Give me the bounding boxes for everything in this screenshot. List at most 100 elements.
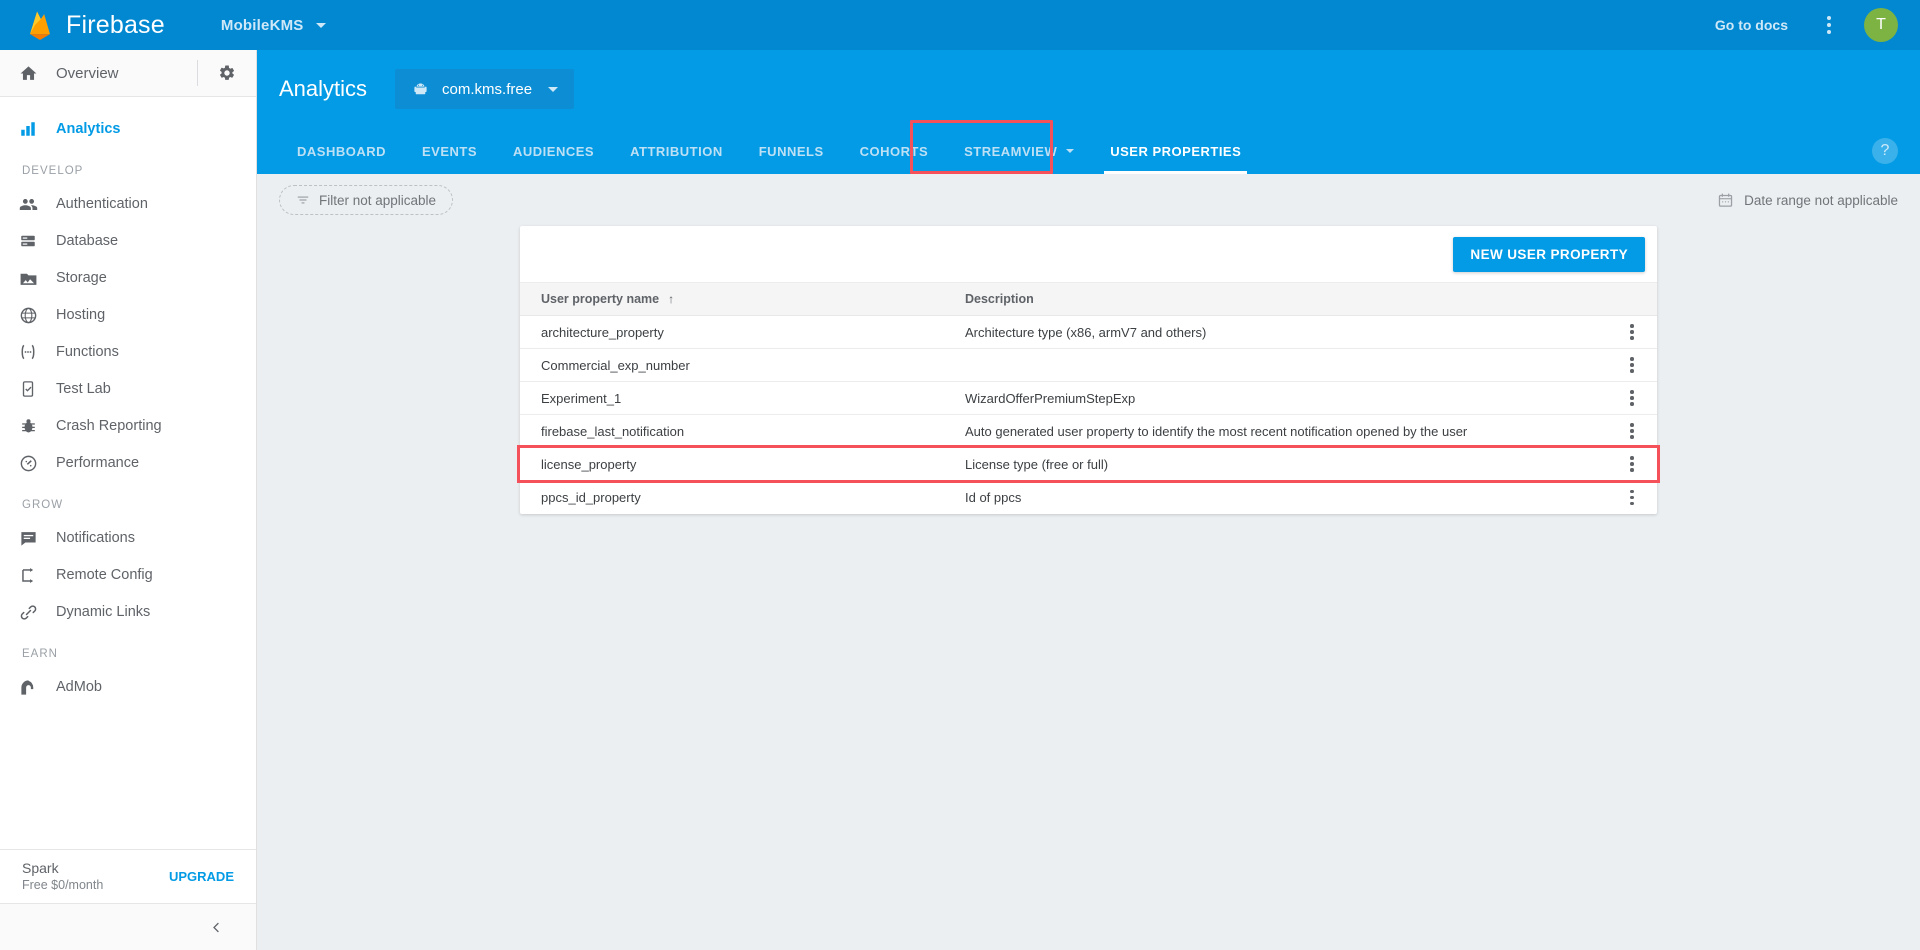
sidebar-item-dynamic-links[interactable]: Dynamic Links bbox=[0, 594, 256, 630]
help-glyph: ? bbox=[1880, 142, 1890, 159]
brand-name: Firebase bbox=[66, 10, 165, 39]
sidebar-item-admob[interactable]: AdMob bbox=[0, 669, 256, 705]
android-icon bbox=[411, 80, 430, 99]
sidebar-group-grow: GROW bbox=[22, 499, 64, 511]
home-icon bbox=[0, 64, 56, 83]
sidebar-item-hosting[interactable]: Hosting bbox=[0, 297, 256, 333]
sidebar-item-overview[interactable]: Overview bbox=[0, 50, 256, 97]
tab-streamview[interactable]: STREAMVIEW bbox=[946, 128, 1092, 174]
property-name: architecture_property bbox=[541, 324, 664, 340]
sidebar-item-label: Notifications bbox=[56, 530, 135, 546]
analytics-header: Analytics com.kms.free bbox=[257, 50, 1920, 128]
row-more-options-icon[interactable] bbox=[1607, 455, 1657, 473]
database-icon bbox=[0, 232, 56, 250]
table-row[interactable]: ppcs_id_property Id of ppcs bbox=[520, 481, 1657, 514]
tab-label: ATTRIBUTION bbox=[630, 143, 723, 159]
calendar-icon bbox=[1717, 192, 1734, 209]
row-more-options-icon[interactable] bbox=[1607, 488, 1657, 506]
filter-icon bbox=[296, 193, 310, 207]
date-range-chip[interactable]: Date range not applicable bbox=[1717, 192, 1898, 209]
filter-chip[interactable]: Filter not applicable bbox=[279, 185, 454, 215]
people-icon bbox=[0, 195, 56, 214]
help-icon[interactable]: ? bbox=[1872, 138, 1898, 164]
row-more-options-icon[interactable] bbox=[1607, 356, 1657, 374]
gear-icon[interactable] bbox=[198, 64, 256, 82]
row-more-options-icon[interactable] bbox=[1607, 422, 1657, 440]
user-properties-card: NEW USER PROPERTY User property name ↑ D… bbox=[517, 226, 1660, 514]
hosting-globe-icon bbox=[0, 306, 56, 325]
storage-icon bbox=[0, 269, 56, 288]
top-bar-right: Go to docs T bbox=[1715, 8, 1920, 42]
sidebar-item-storage[interactable]: Storage bbox=[0, 260, 256, 296]
tab-user-properties[interactable]: USER PROPERTIES bbox=[1092, 128, 1259, 174]
property-description: WizardOfferPremiumStepExp bbox=[965, 390, 1136, 406]
table-row[interactable]: license_property License type (free or f… bbox=[517, 445, 1660, 483]
card-actions: NEW USER PROPERTY bbox=[520, 226, 1657, 282]
table-row[interactable]: firebase_last_notification Auto generate… bbox=[520, 415, 1657, 448]
firebase-console: Firebase MobileKMS Go to docs T Overview bbox=[0, 0, 1920, 950]
bug-icon bbox=[0, 417, 56, 436]
table-row[interactable]: Experiment_1 WizardOfferPremiumStepExp bbox=[520, 382, 1657, 415]
page-title: Analytics bbox=[279, 76, 368, 101]
new-user-property-button[interactable]: NEW USER PROPERTY bbox=[1453, 236, 1645, 272]
table-row[interactable]: architecture_property Architecture type … bbox=[520, 316, 1657, 349]
functions-icon bbox=[0, 342, 56, 362]
date-range-label: Date range not applicable bbox=[1744, 192, 1898, 208]
row-more-options-icon[interactable] bbox=[1607, 323, 1657, 341]
app-name: com.kms.free bbox=[442, 80, 533, 98]
sidebar-item-authentication[interactable]: Authentication bbox=[0, 186, 256, 222]
tab-label: FUNNELS bbox=[758, 143, 824, 159]
tab-funnels[interactable]: FUNNELS bbox=[741, 128, 842, 174]
sidebar-item-label: Test Lab bbox=[56, 381, 111, 397]
app-selector[interactable]: com.kms.free bbox=[395, 69, 575, 109]
row-more-options-icon[interactable] bbox=[1607, 389, 1657, 407]
sidebar-item-notifications[interactable]: Notifications bbox=[0, 520, 256, 556]
more-options-icon[interactable] bbox=[1816, 15, 1842, 36]
firebase-logo[interactable]: Firebase bbox=[0, 10, 165, 40]
tab-label: AUDIENCES bbox=[513, 143, 595, 159]
property-name: license_property bbox=[541, 456, 637, 472]
collapse-sidebar-button[interactable] bbox=[0, 903, 256, 950]
top-bar: Firebase MobileKMS Go to docs T bbox=[0, 0, 1920, 50]
filter-label: Filter not applicable bbox=[319, 192, 437, 208]
sidebar-item-performance[interactable]: Performance bbox=[0, 445, 256, 481]
tab-label: DASHBOARD bbox=[297, 143, 386, 159]
tab-events[interactable]: EVENTS bbox=[404, 128, 495, 174]
column-label: User property name bbox=[541, 292, 660, 306]
project-name: MobileKMS bbox=[220, 16, 304, 34]
go-to-docs-link[interactable]: Go to docs bbox=[1715, 17, 1788, 33]
tab-label: USER PROPERTIES bbox=[1110, 143, 1242, 159]
plan-name: Spark bbox=[22, 859, 59, 876]
sidebar-item-label: Remote Config bbox=[56, 567, 153, 583]
tab-label: COHORTS bbox=[859, 143, 929, 159]
tab-cohorts[interactable]: COHORTS bbox=[842, 128, 947, 174]
chevron-left-icon bbox=[213, 922, 219, 932]
property-description: Auto generated user property to identify… bbox=[965, 423, 1468, 439]
sidebar-item-database[interactable]: Database bbox=[0, 223, 256, 259]
sidebar-item-functions[interactable]: Functions bbox=[0, 334, 256, 370]
tab-attribution[interactable]: ATTRIBUTION bbox=[612, 128, 741, 174]
sidebar-item-test-lab[interactable]: Test Lab bbox=[0, 371, 256, 407]
chevron-down-icon bbox=[1066, 149, 1075, 153]
sidebar-item-analytics[interactable]: Analytics bbox=[0, 111, 256, 147]
avatar[interactable]: T bbox=[1864, 8, 1898, 42]
sidebar-item-label: AdMob bbox=[56, 679, 102, 695]
project-selector[interactable]: MobileKMS bbox=[211, 11, 336, 40]
sidebar-item-label: Analytics bbox=[56, 121, 121, 137]
main-content: Analytics com.kms.free DASHBOARD EVENTS … bbox=[257, 50, 1920, 950]
tab-dashboard[interactable]: DASHBOARD bbox=[279, 128, 404, 174]
sidebar-item-remote-config[interactable]: Remote Config bbox=[0, 557, 256, 593]
sidebar-item-crash-reporting[interactable]: Crash Reporting bbox=[0, 408, 256, 444]
plan-info: Spark Free $0/month bbox=[22, 860, 103, 893]
column-header-user-property-name[interactable]: User property name ↑ bbox=[520, 292, 965, 306]
tab-audiences[interactable]: AUDIENCES bbox=[495, 128, 612, 174]
property-name: firebase_last_notification bbox=[541, 423, 685, 439]
property-description: License type (free or full) bbox=[965, 456, 1109, 472]
upgrade-button[interactable]: UPGRADE bbox=[169, 869, 234, 884]
message-icon bbox=[0, 529, 56, 548]
property-name: ppcs_id_property bbox=[541, 490, 641, 505]
remote-config-icon bbox=[0, 566, 56, 585]
plan-box: Spark Free $0/month UPGRADE bbox=[0, 849, 256, 902]
table-row[interactable]: Commercial_exp_number bbox=[520, 349, 1657, 382]
test-lab-icon bbox=[0, 380, 56, 398]
